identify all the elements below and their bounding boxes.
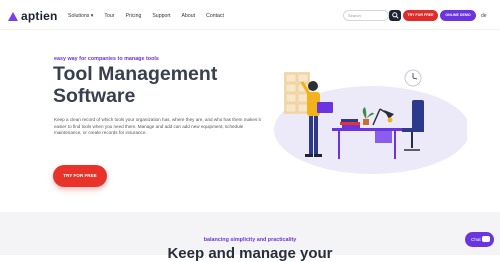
try-free-cta-button[interactable]: TRY FOR FREE	[53, 165, 107, 187]
logo-mark-icon	[8, 11, 18, 21]
section-eyebrow: balancing simplicity and practicality	[203, 237, 297, 243]
search-icon	[391, 12, 399, 19]
title-line-2: Software	[53, 85, 136, 107]
try-free-header-button[interactable]: TRY FOR FREE	[403, 10, 438, 21]
chat-button[interactable]: Chat	[465, 232, 494, 247]
header-divider	[0, 29, 500, 30]
nav-tour[interactable]: Tour	[104, 13, 114, 19]
nav-pricing[interactable]: Pricing	[125, 13, 141, 19]
chat-label: Chat	[471, 237, 481, 242]
online-demo-button[interactable]: ONLINE DEMO	[440, 10, 476, 21]
window-icon	[284, 72, 310, 114]
section-title: Keep and manage your	[167, 245, 333, 262]
page-title: Tool Management Software	[53, 63, 217, 107]
title-line-1: Tool Management	[53, 63, 218, 85]
language-switch[interactable]: de	[481, 13, 487, 19]
nav-about[interactable]: About	[182, 13, 196, 19]
office-illustration	[274, 69, 467, 174]
laptop-icon	[317, 102, 333, 113]
books-icon	[340, 119, 360, 128]
clock-icon	[404, 69, 422, 87]
search-button[interactable]	[389, 10, 401, 21]
logo[interactable]: aptien	[8, 9, 58, 23]
search-input[interactable]: Search	[343, 10, 389, 21]
nav-solutions[interactable]: Solutions ▾	[68, 13, 93, 19]
hero-description: Keep a clean record of which tools your …	[54, 117, 261, 136]
nav-contact[interactable]: Contact	[206, 13, 224, 19]
nav-support[interactable]: Support	[152, 13, 170, 19]
main-nav: Solutions ▾ Tour Pricing Support About C…	[68, 13, 224, 19]
chat-bubble-icon	[482, 236, 490, 242]
hero-eyebrow: easy way for companies to manage tools	[54, 56, 159, 62]
logo-text: aptien	[21, 9, 58, 23]
